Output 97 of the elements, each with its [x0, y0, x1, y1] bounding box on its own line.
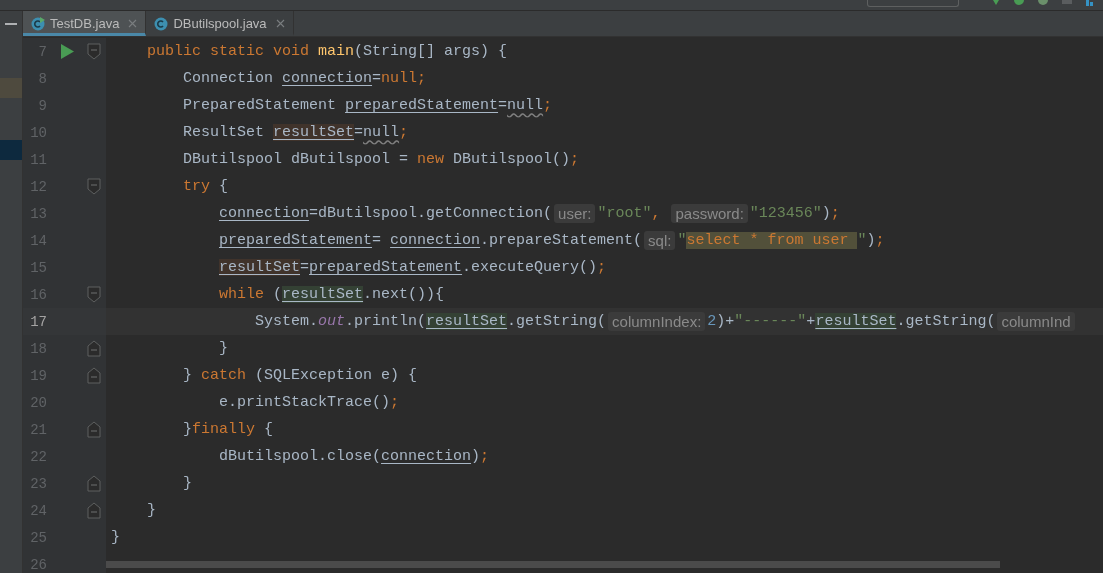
- code-text: =dButilspool.getConnection(: [309, 205, 553, 222]
- code-text: }: [183, 421, 192, 438]
- code-text: {: [218, 178, 229, 195]
- parameter-hint: columnIndex:: [608, 312, 706, 331]
- code-text: .prepareStatement(: [480, 232, 643, 249]
- number-literal: 2: [707, 313, 717, 330]
- code-text: (: [272, 286, 283, 303]
- parameter-hint: user:: [554, 204, 596, 223]
- code-text: ): [821, 205, 831, 222]
- file-tab[interactable]: TestDB.java: [23, 11, 147, 36]
- keyword: ;: [597, 259, 607, 276]
- fold-icon[interactable]: [87, 502, 101, 519]
- variable: connection: [381, 448, 472, 465]
- fold-icon[interactable]: [87, 178, 101, 195]
- close-icon[interactable]: [128, 19, 138, 28]
- keyword: ;: [399, 124, 409, 141]
- code-text: null: [363, 124, 400, 141]
- code-text: DButilspool(): [452, 151, 571, 168]
- variable: resultSet: [273, 124, 355, 141]
- parameter-hint: columnInd: [997, 312, 1075, 331]
- variable: preparedStatement: [345, 97, 499, 114]
- string-literal: ": [857, 232, 867, 249]
- file-tab[interactable]: DButilspool.java: [146, 11, 294, 36]
- method-name: main: [318, 43, 355, 60]
- variable: connection: [390, 232, 481, 249]
- code-text: )+: [716, 313, 735, 330]
- code-text: ): [471, 448, 481, 465]
- code-text: System.: [255, 313, 318, 330]
- code-text: DButilspool dButilspool =: [183, 151, 410, 168]
- fold-icon[interactable]: [87, 421, 101, 438]
- close-icon[interactable]: [275, 19, 285, 28]
- variable: preparedStatement: [309, 259, 463, 276]
- keyword: public static void: [147, 43, 311, 60]
- code-text: .println(: [345, 313, 427, 330]
- static-field: out: [318, 313, 346, 330]
- keyword: try: [183, 178, 210, 195]
- parameter-hint: password:: [671, 204, 748, 223]
- code-text: }: [183, 367, 193, 384]
- code-text: =: [354, 124, 364, 141]
- code-text: }: [147, 502, 156, 519]
- horizontal-scrollbar[interactable]: [106, 561, 1000, 568]
- variable: resultSet: [219, 259, 300, 276]
- keyword: ;: [390, 394, 400, 411]
- keyword: ;: [570, 151, 580, 168]
- keyword: ;: [875, 232, 885, 249]
- variable: connection: [282, 70, 373, 87]
- string-literal: "------": [734, 313, 807, 330]
- keyword: null;: [381, 70, 427, 87]
- keyword: ;: [830, 205, 840, 222]
- code-text: }: [219, 340, 228, 357]
- variable: connection: [219, 205, 309, 222]
- code-text: PreparedStatement: [183, 97, 338, 114]
- code-text: =: [300, 259, 310, 276]
- string-literal: ": [677, 232, 687, 249]
- code-text: (String[] args) {: [354, 43, 508, 60]
- keyword: select * from user: [686, 232, 858, 249]
- code-text: null: [507, 97, 544, 114]
- code-text: =: [372, 232, 383, 249]
- keyword: ,: [651, 205, 662, 222]
- line-number: 17: [29, 313, 47, 330]
- keyword: ;: [480, 448, 490, 465]
- selection-marker: [0, 78, 22, 98]
- code-text: ResultSet: [183, 124, 265, 141]
- fold-icon[interactable]: [87, 286, 101, 303]
- code-text: .getString(: [507, 313, 607, 330]
- code-text: }: [111, 529, 120, 546]
- fold-icon[interactable]: [87, 475, 101, 492]
- variable: resultSet: [815, 313, 897, 330]
- keyword: new: [417, 151, 445, 168]
- selection-marker: [0, 140, 22, 160]
- fold-icon[interactable]: [87, 340, 101, 357]
- code-text: =: [372, 70, 382, 87]
- code-text: .getString(: [896, 313, 996, 330]
- code-text: Connection: [183, 70, 274, 87]
- code-text: dButilspool.close(: [219, 448, 382, 465]
- code-text: {: [263, 421, 274, 438]
- variable: resultSet: [426, 313, 508, 330]
- keyword: catch: [201, 367, 247, 384]
- variable: preparedStatement: [219, 232, 373, 249]
- code-text: ): [866, 232, 876, 249]
- run-config-dropdown[interactable]: [867, 0, 959, 7]
- code-text: e.printStackTrace(): [219, 394, 391, 411]
- keyword: ;: [543, 97, 553, 114]
- fold-icon[interactable]: [87, 43, 101, 60]
- string-literal: "123456": [749, 205, 822, 222]
- code-text: =: [498, 97, 508, 114]
- fold-icon[interactable]: [87, 367, 101, 384]
- code-text: (SQLException e) {: [254, 367, 418, 384]
- code-text: }: [183, 475, 192, 492]
- parameter-hint: sql:: [644, 231, 676, 250]
- variable: resultSet: [282, 286, 364, 303]
- code-text: .executeQuery(): [462, 259, 598, 276]
- code-text: +: [806, 313, 816, 330]
- keyword: while: [219, 286, 264, 303]
- keyword: finally: [192, 421, 256, 438]
- code-text: .next()){: [363, 286, 445, 303]
- string-literal: "root": [597, 205, 652, 222]
